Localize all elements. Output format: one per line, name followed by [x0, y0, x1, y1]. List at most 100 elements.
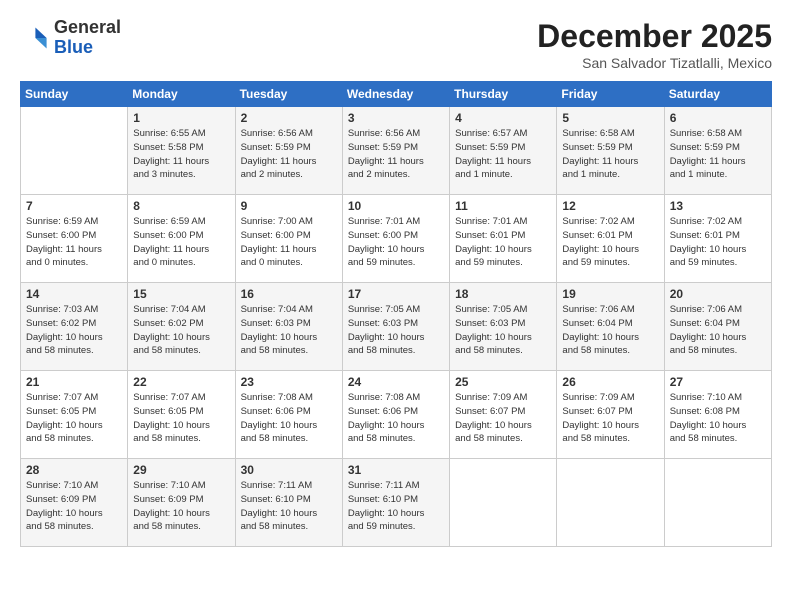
logo-blue: Blue [54, 38, 121, 58]
day-number: 26 [562, 375, 658, 389]
calendar-body: 1 Sunrise: 6:55 AMSunset: 5:58 PMDaylight… [21, 107, 772, 547]
calendar-header: Sunday Monday Tuesday Wednesday Thursday… [21, 82, 772, 107]
calendar-week-4: 21Sunrise: 7:07 AMSunset: 6:05 PMDayligh… [21, 371, 772, 459]
day-number: 30 [241, 463, 337, 477]
day-info: Sunrise: 7:01 AMSunset: 6:01 PMDaylight:… [455, 215, 551, 270]
calendar-week-3: 14Sunrise: 7:03 AMSunset: 6:02 PMDayligh… [21, 283, 772, 371]
calendar-cell: 18 Sunrise: 7:05 AMSunset: 6:03 PMDayligh… [450, 283, 557, 371]
day-info: Sunrise: 7:05 AMSunset: 6:03 PMDaylight:… [455, 303, 551, 358]
calendar-cell: 12 Sunrise: 7:02 AMSunset: 6:01 PMDayligh… [557, 195, 664, 283]
day-number: 8 [133, 199, 229, 213]
calendar-week-1: 1 Sunrise: 6:55 AMSunset: 5:58 PMDaylight… [21, 107, 772, 195]
day-info: Sunrise: 7:05 AMSunset: 6:03 PMDaylight:… [348, 303, 444, 358]
day-info: Sunrise: 7:10 AMSunset: 6:09 PMDaylight:… [133, 479, 229, 534]
location: San Salvador Tizatlalli, Mexico [537, 55, 772, 71]
day-number: 27 [670, 375, 766, 389]
calendar-cell: 15Sunrise: 7:04 AMSunset: 6:02 PMDayligh… [128, 283, 235, 371]
day-number: 12 [562, 199, 658, 213]
day-number: 18 [455, 287, 551, 301]
calendar-cell: 29Sunrise: 7:10 AMSunset: 6:09 PMDayligh… [128, 459, 235, 547]
day-info: Sunrise: 7:02 AMSunset: 6:01 PMDaylight:… [670, 215, 766, 270]
day-number: 17 [348, 287, 444, 301]
calendar-cell: 21Sunrise: 7:07 AMSunset: 6:05 PMDayligh… [21, 371, 128, 459]
day-info: Sunrise: 7:07 AMSunset: 6:05 PMDaylight:… [133, 391, 229, 446]
day-info: Sunrise: 7:01 AMSunset: 6:00 PMDaylight:… [348, 215, 444, 270]
calendar-cell: 5 Sunrise: 6:58 AMSunset: 5:59 PMDaylight… [557, 107, 664, 195]
calendar-cell: 2Sunrise: 6:56 AMSunset: 5:59 PMDaylight… [235, 107, 342, 195]
day-number: 9 [241, 199, 337, 213]
calendar-cell: 31Sunrise: 7:11 AMSunset: 6:10 PMDayligh… [342, 459, 449, 547]
calendar-cell [21, 107, 128, 195]
header-wednesday: Wednesday [342, 82, 449, 107]
calendar-cell: 3 Sunrise: 6:56 AMSunset: 5:59 PMDaylight… [342, 107, 449, 195]
calendar-cell: 30 Sunrise: 7:11 AMSunset: 6:10 PMDayligh… [235, 459, 342, 547]
calendar-cell: 9 Sunrise: 7:00 AMSunset: 6:00 PMDaylight… [235, 195, 342, 283]
header-tuesday: Tuesday [235, 82, 342, 107]
day-info: Sunrise: 6:58 AMSunset: 5:59 PMDaylight:… [670, 127, 766, 182]
calendar-week-2: 7 Sunrise: 6:59 AMSunset: 6:00 PMDaylight… [21, 195, 772, 283]
header-monday: Monday [128, 82, 235, 107]
day-info: Sunrise: 6:55 AMSunset: 5:58 PMDaylight:… [133, 127, 229, 182]
header-friday: Friday [557, 82, 664, 107]
day-info: Sunrise: 7:04 AMSunset: 6:02 PMDaylight:… [133, 303, 229, 358]
header-thursday: Thursday [450, 82, 557, 107]
day-info: Sunrise: 7:02 AMSunset: 6:01 PMDaylight:… [562, 215, 658, 270]
calendar-cell: 14Sunrise: 7:03 AMSunset: 6:02 PMDayligh… [21, 283, 128, 371]
calendar-cell: 10 Sunrise: 7:01 AMSunset: 6:00 PMDayligh… [342, 195, 449, 283]
day-info: Sunrise: 7:06 AMSunset: 6:04 PMDaylight:… [670, 303, 766, 358]
day-info: Sunrise: 6:59 AMSunset: 6:00 PMDaylight:… [133, 215, 229, 270]
day-number: 10 [348, 199, 444, 213]
day-info: Sunrise: 7:06 AMSunset: 6:04 PMDaylight:… [562, 303, 658, 358]
header-sunday: Sunday [21, 82, 128, 107]
day-number: 22 [133, 375, 229, 389]
day-info: Sunrise: 6:59 AMSunset: 6:00 PMDaylight:… [26, 215, 122, 270]
day-number: 13 [670, 199, 766, 213]
day-number: 2 [241, 111, 337, 125]
day-number: 20 [670, 287, 766, 301]
day-info: Sunrise: 7:08 AMSunset: 6:06 PMDaylight:… [241, 391, 337, 446]
calendar-cell: 17 Sunrise: 7:05 AMSunset: 6:03 PMDayligh… [342, 283, 449, 371]
page-container: General Blue December 2025 San Salvador … [0, 0, 792, 557]
logo: General Blue [20, 18, 121, 58]
day-number: 5 [562, 111, 658, 125]
day-number: 7 [26, 199, 122, 213]
calendar-cell [664, 459, 771, 547]
title-block: December 2025 San Salvador Tizatlalli, M… [537, 18, 772, 71]
logo-text: General Blue [54, 18, 121, 58]
header-row: Sunday Monday Tuesday Wednesday Thursday… [21, 82, 772, 107]
day-info: Sunrise: 7:10 AMSunset: 6:08 PMDaylight:… [670, 391, 766, 446]
page-header: General Blue December 2025 San Salvador … [20, 18, 772, 71]
day-number: 19 [562, 287, 658, 301]
day-info: Sunrise: 7:11 AMSunset: 6:10 PMDaylight:… [241, 479, 337, 534]
day-info: Sunrise: 7:04 AMSunset: 6:03 PMDaylight:… [241, 303, 337, 358]
day-number: 28 [26, 463, 122, 477]
calendar-cell: 28 Sunrise: 7:10 AMSunset: 6:09 PMDayligh… [21, 459, 128, 547]
day-info: Sunrise: 7:08 AMSunset: 6:06 PMDaylight:… [348, 391, 444, 446]
calendar-cell: 13 Sunrise: 7:02 AMSunset: 6:01 PMDayligh… [664, 195, 771, 283]
calendar-cell: 22 Sunrise: 7:07 AMSunset: 6:05 PMDayligh… [128, 371, 235, 459]
day-info: Sunrise: 7:10 AMSunset: 6:09 PMDaylight:… [26, 479, 122, 534]
day-number: 4 [455, 111, 551, 125]
calendar-cell: 24 Sunrise: 7:08 AMSunset: 6:06 PMDayligh… [342, 371, 449, 459]
day-info: Sunrise: 7:11 AMSunset: 6:10 PMDaylight:… [348, 479, 444, 534]
calendar-cell: 8 Sunrise: 6:59 AMSunset: 6:00 PMDaylight… [128, 195, 235, 283]
calendar-cell: 25Sunrise: 7:09 AMSunset: 6:07 PMDayligh… [450, 371, 557, 459]
day-info: Sunrise: 6:57 AMSunset: 5:59 PMDaylight:… [455, 127, 551, 182]
calendar-cell: 7 Sunrise: 6:59 AMSunset: 6:00 PMDaylight… [21, 195, 128, 283]
day-number: 23 [241, 375, 337, 389]
day-info: Sunrise: 6:58 AMSunset: 5:59 PMDaylight:… [562, 127, 658, 182]
day-info: Sunrise: 7:09 AMSunset: 6:07 PMDaylight:… [562, 391, 658, 446]
day-number: 1 [133, 111, 229, 125]
calendar-week-5: 28 Sunrise: 7:10 AMSunset: 6:09 PMDayligh… [21, 459, 772, 547]
day-number: 3 [348, 111, 444, 125]
calendar-cell: 27 Sunrise: 7:10 AMSunset: 6:08 PMDayligh… [664, 371, 771, 459]
day-number: 24 [348, 375, 444, 389]
day-info: Sunrise: 7:07 AMSunset: 6:05 PMDaylight:… [26, 391, 122, 446]
day-number: 6 [670, 111, 766, 125]
day-info: Sunrise: 7:00 AMSunset: 6:00 PMDaylight:… [241, 215, 337, 270]
day-info: Sunrise: 6:56 AMSunset: 5:59 PMDaylight:… [348, 127, 444, 182]
calendar-cell: 26 Sunrise: 7:09 AMSunset: 6:07 PMDayligh… [557, 371, 664, 459]
day-info: Sunrise: 7:03 AMSunset: 6:02 PMDaylight:… [26, 303, 122, 358]
calendar-cell: 16Sunrise: 7:04 AMSunset: 6:03 PMDayligh… [235, 283, 342, 371]
calendar-cell: 19 Sunrise: 7:06 AMSunset: 6:04 PMDayligh… [557, 283, 664, 371]
